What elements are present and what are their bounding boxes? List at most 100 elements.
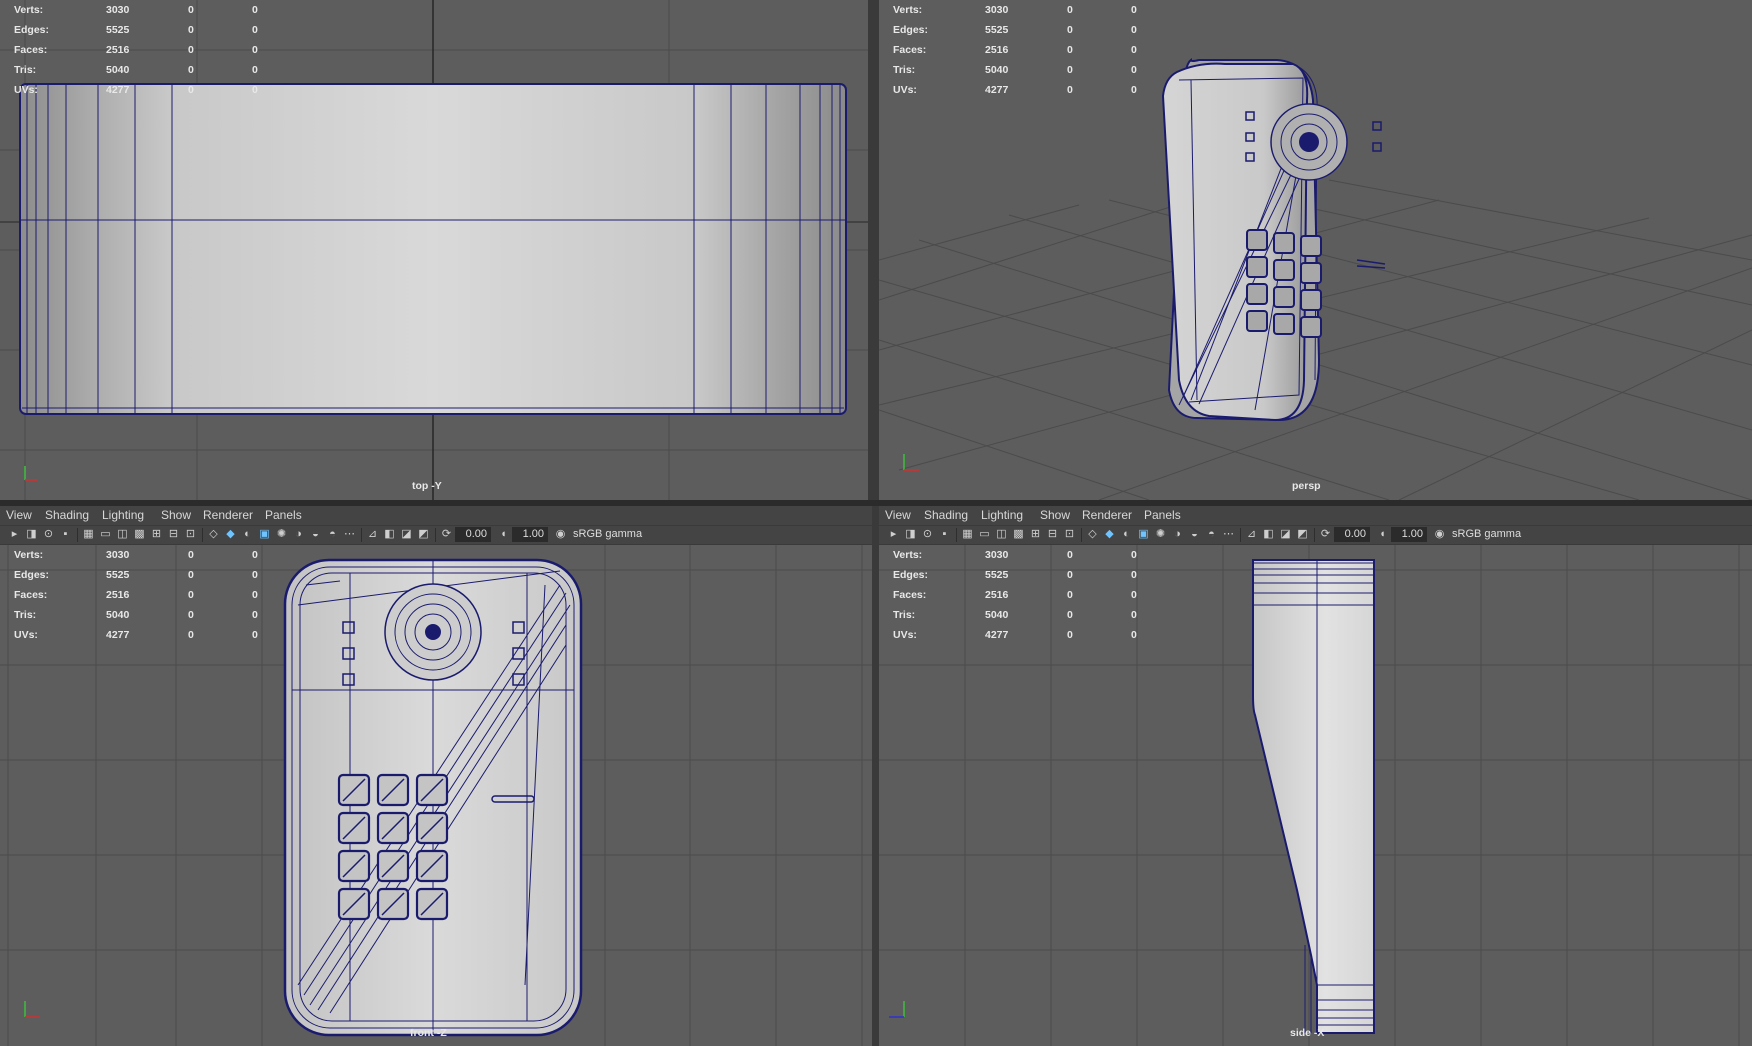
stat-value: 0 — [1131, 549, 1137, 561]
camera-icon[interactable]: ▸ — [8, 528, 21, 541]
menu-renderer[interactable]: Renderer — [1082, 508, 1132, 522]
menu-panels[interactable]: Panels — [1144, 508, 1181, 522]
default-material-icon[interactable]: ◐ — [1120, 528, 1133, 541]
stat-value: 0 — [252, 549, 258, 561]
exposure-field[interactable]: 0.00 — [455, 527, 491, 542]
viewport-divider-horizontal[interactable] — [0, 500, 1752, 506]
anti-aliasing-icon[interactable]: ⋯ — [343, 528, 356, 541]
axis-gizmo — [889, 1001, 905, 1018]
isolate-select-icon[interactable]: ⊿ — [366, 528, 379, 541]
wireframe-icon[interactable]: ◇ — [1086, 528, 1099, 541]
exposure-icon[interactable]: ⟳ — [440, 528, 453, 541]
xray-icon[interactable]: ◧ — [1262, 528, 1275, 541]
menu-renderer[interactable]: Renderer — [203, 508, 253, 522]
film-gate-icon[interactable]: ▭ — [99, 528, 112, 541]
stat-label: UVs: — [893, 629, 917, 641]
stat-value: 0 — [1067, 44, 1073, 56]
menu-lighting[interactable]: Lighting — [981, 508, 1023, 522]
stat-value: 0 — [1131, 4, 1137, 16]
lights-icon[interactable]: ✺ — [275, 528, 288, 541]
motion-blur-icon[interactable]: ◓ — [1205, 528, 1218, 541]
gamma-field[interactable]: 1.00 — [512, 527, 548, 542]
stat-value: 0 — [1131, 609, 1137, 621]
menu-shading[interactable]: Shading — [924, 508, 968, 522]
image-plane-icon[interactable]: ▪ — [938, 528, 951, 541]
gamma-field[interactable]: 1.00 — [1391, 527, 1427, 542]
stat-value: 0 — [1067, 549, 1073, 561]
smooth-shade-icon[interactable]: ◆ — [1103, 528, 1116, 541]
axis-gizmo — [24, 466, 38, 481]
viewport-side[interactable]: Verts: 3030 0 0 Edges: 5525 0 0 Faces: 2516 0 0 Tris… — [879, 545, 1752, 1046]
stat-value: 3030 — [106, 549, 130, 561]
toolbar-separator — [1081, 528, 1082, 542]
safe-action-icon[interactable]: ⊟ — [1046, 528, 1059, 541]
xray-joints-icon[interactable]: ◪ — [1279, 528, 1292, 541]
menu-view[interactable]: View — [885, 508, 911, 522]
exposure-field[interactable]: 0.00 — [1334, 527, 1370, 542]
gamma-icon[interactable]: ◖ — [1376, 528, 1389, 541]
shadows-icon[interactable]: ◑ — [292, 528, 305, 541]
resolution-gate-icon[interactable]: ◫ — [116, 528, 129, 541]
exposure-icon[interactable]: ⟳ — [1319, 528, 1332, 541]
menu-show[interactable]: Show — [161, 508, 191, 522]
stat-value: 2516 — [106, 44, 130, 56]
bookmark-icon[interactable]: ⊙ — [921, 528, 934, 541]
gate-mask-icon[interactable]: ▩ — [133, 528, 146, 541]
safe-action-icon[interactable]: ⊟ — [167, 528, 180, 541]
ambient-occlusion-icon[interactable]: ◒ — [309, 528, 322, 541]
stat-value: 4277 — [985, 629, 1009, 641]
isolate-select-icon[interactable]: ⊿ — [1245, 528, 1258, 541]
color-space-label[interactable]: sRGB gamma — [573, 528, 642, 540]
safe-title-icon[interactable]: ⊡ — [1063, 528, 1076, 541]
stat-value: 5525 — [985, 569, 1009, 581]
grid-toggle-icon[interactable]: ▦ — [961, 528, 974, 541]
color-management-icon[interactable]: ◉ — [1433, 528, 1446, 541]
viewport-front[interactable]: Verts: 3030 0 0 Edges: 5525 0 0 Faces: 2516 0 0 Tris… — [0, 545, 872, 1046]
anti-aliasing-icon[interactable]: ⋯ — [1222, 528, 1235, 541]
color-space-label[interactable]: sRGB gamma — [1452, 528, 1521, 540]
gate-mask-icon[interactable]: ▩ — [1012, 528, 1025, 541]
film-gate-icon[interactable]: ▭ — [978, 528, 991, 541]
grid-toggle-icon[interactable]: ▦ — [82, 528, 95, 541]
motion-blur-icon[interactable]: ◓ — [326, 528, 339, 541]
stat-label: UVs: — [14, 84, 38, 96]
xray-icon[interactable]: ◧ — [383, 528, 396, 541]
stat-label: Verts: — [893, 549, 923, 561]
default-material-icon[interactable]: ◐ — [241, 528, 254, 541]
camera-label: persp — [1292, 480, 1321, 492]
menu-lighting[interactable]: Lighting — [102, 508, 144, 522]
textured-icon[interactable]: ▣ — [258, 528, 271, 541]
menu-shading[interactable]: Shading — [45, 508, 89, 522]
textured-icon[interactable]: ▣ — [1137, 528, 1150, 541]
gamma-icon[interactable]: ◖ — [497, 528, 510, 541]
shadows-icon[interactable]: ◑ — [1171, 528, 1184, 541]
stat-label: Faces: — [14, 44, 48, 56]
viewport-persp[interactable]: Verts: 3030 0 0 Edges: 5525 0 0 Faces: 2516 0 0 Tris… — [879, 0, 1752, 500]
safe-title-icon[interactable]: ⊡ — [184, 528, 197, 541]
stat-value: 5040 — [106, 64, 130, 76]
menubar-front: View Shading Lighting Show Renderer Panels — [0, 506, 872, 525]
stat-value: 5525 — [106, 569, 130, 581]
camera-attributes-icon[interactable]: ◨ — [904, 528, 917, 541]
stat-value: 0 — [252, 569, 258, 581]
xray-joints-icon[interactable]: ◪ — [400, 528, 413, 541]
color-management-icon[interactable]: ◉ — [554, 528, 567, 541]
menu-show[interactable]: Show — [1040, 508, 1070, 522]
backface-culling-icon[interactable]: ◩ — [417, 528, 430, 541]
field-chart-icon[interactable]: ⊞ — [150, 528, 163, 541]
viewport-top[interactable]: Verts: 3030 0 0 Edges: 5525 0 0 Faces: 2516 0 0 Tris… — [0, 0, 868, 500]
bookmark-icon[interactable]: ⊙ — [42, 528, 55, 541]
smooth-shade-icon[interactable]: ◆ — [224, 528, 237, 541]
resolution-gate-icon[interactable]: ◫ — [995, 528, 1008, 541]
menu-panels[interactable]: Panels — [265, 508, 302, 522]
field-chart-icon[interactable]: ⊞ — [1029, 528, 1042, 541]
lights-icon[interactable]: ✺ — [1154, 528, 1167, 541]
camera-icon[interactable]: ▸ — [887, 528, 900, 541]
wireframe-icon[interactable]: ◇ — [207, 528, 220, 541]
menu-view[interactable]: View — [6, 508, 32, 522]
backface-culling-icon[interactable]: ◩ — [1296, 528, 1309, 541]
camera-attributes-icon[interactable]: ◨ — [25, 528, 38, 541]
image-plane-icon[interactable]: ▪ — [59, 528, 72, 541]
stat-value: 0 — [188, 84, 194, 96]
ambient-occlusion-icon[interactable]: ◒ — [1188, 528, 1201, 541]
